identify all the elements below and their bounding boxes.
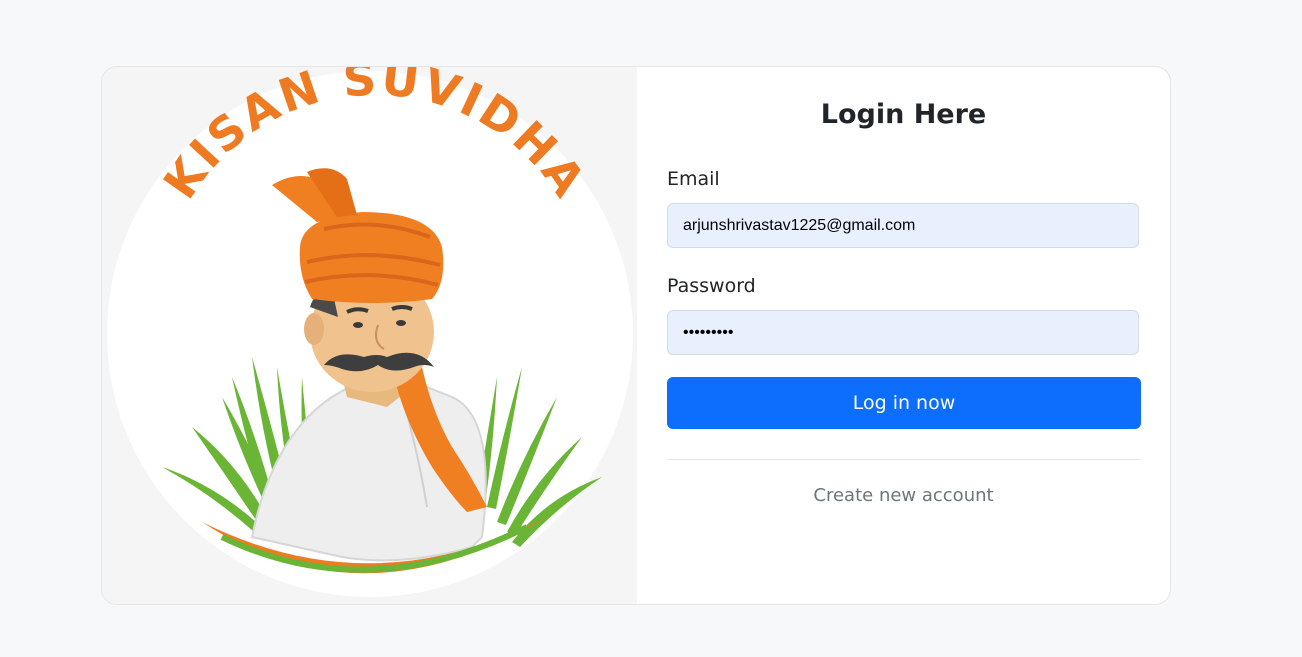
- password-field[interactable]: [667, 310, 1139, 355]
- email-label: Email: [667, 168, 720, 190]
- divider: [667, 459, 1141, 460]
- create-account-link[interactable]: Create new account: [637, 485, 1170, 506]
- login-button[interactable]: Log in now: [667, 377, 1141, 429]
- logo-panel: KISAN SUVIDHA: [102, 67, 637, 604]
- login-form-panel: Login Here Email Password Log in now Cre…: [637, 67, 1170, 604]
- password-label: Password: [667, 275, 756, 297]
- page-title: Login Here: [820, 99, 987, 130]
- email-field[interactable]: [667, 203, 1139, 248]
- login-card: KISAN SUVIDHA Login Here Email arjunshri…: [101, 66, 1171, 605]
- kisan-suvidha-logo: KISAN SUVIDHA: [107, 67, 633, 597]
